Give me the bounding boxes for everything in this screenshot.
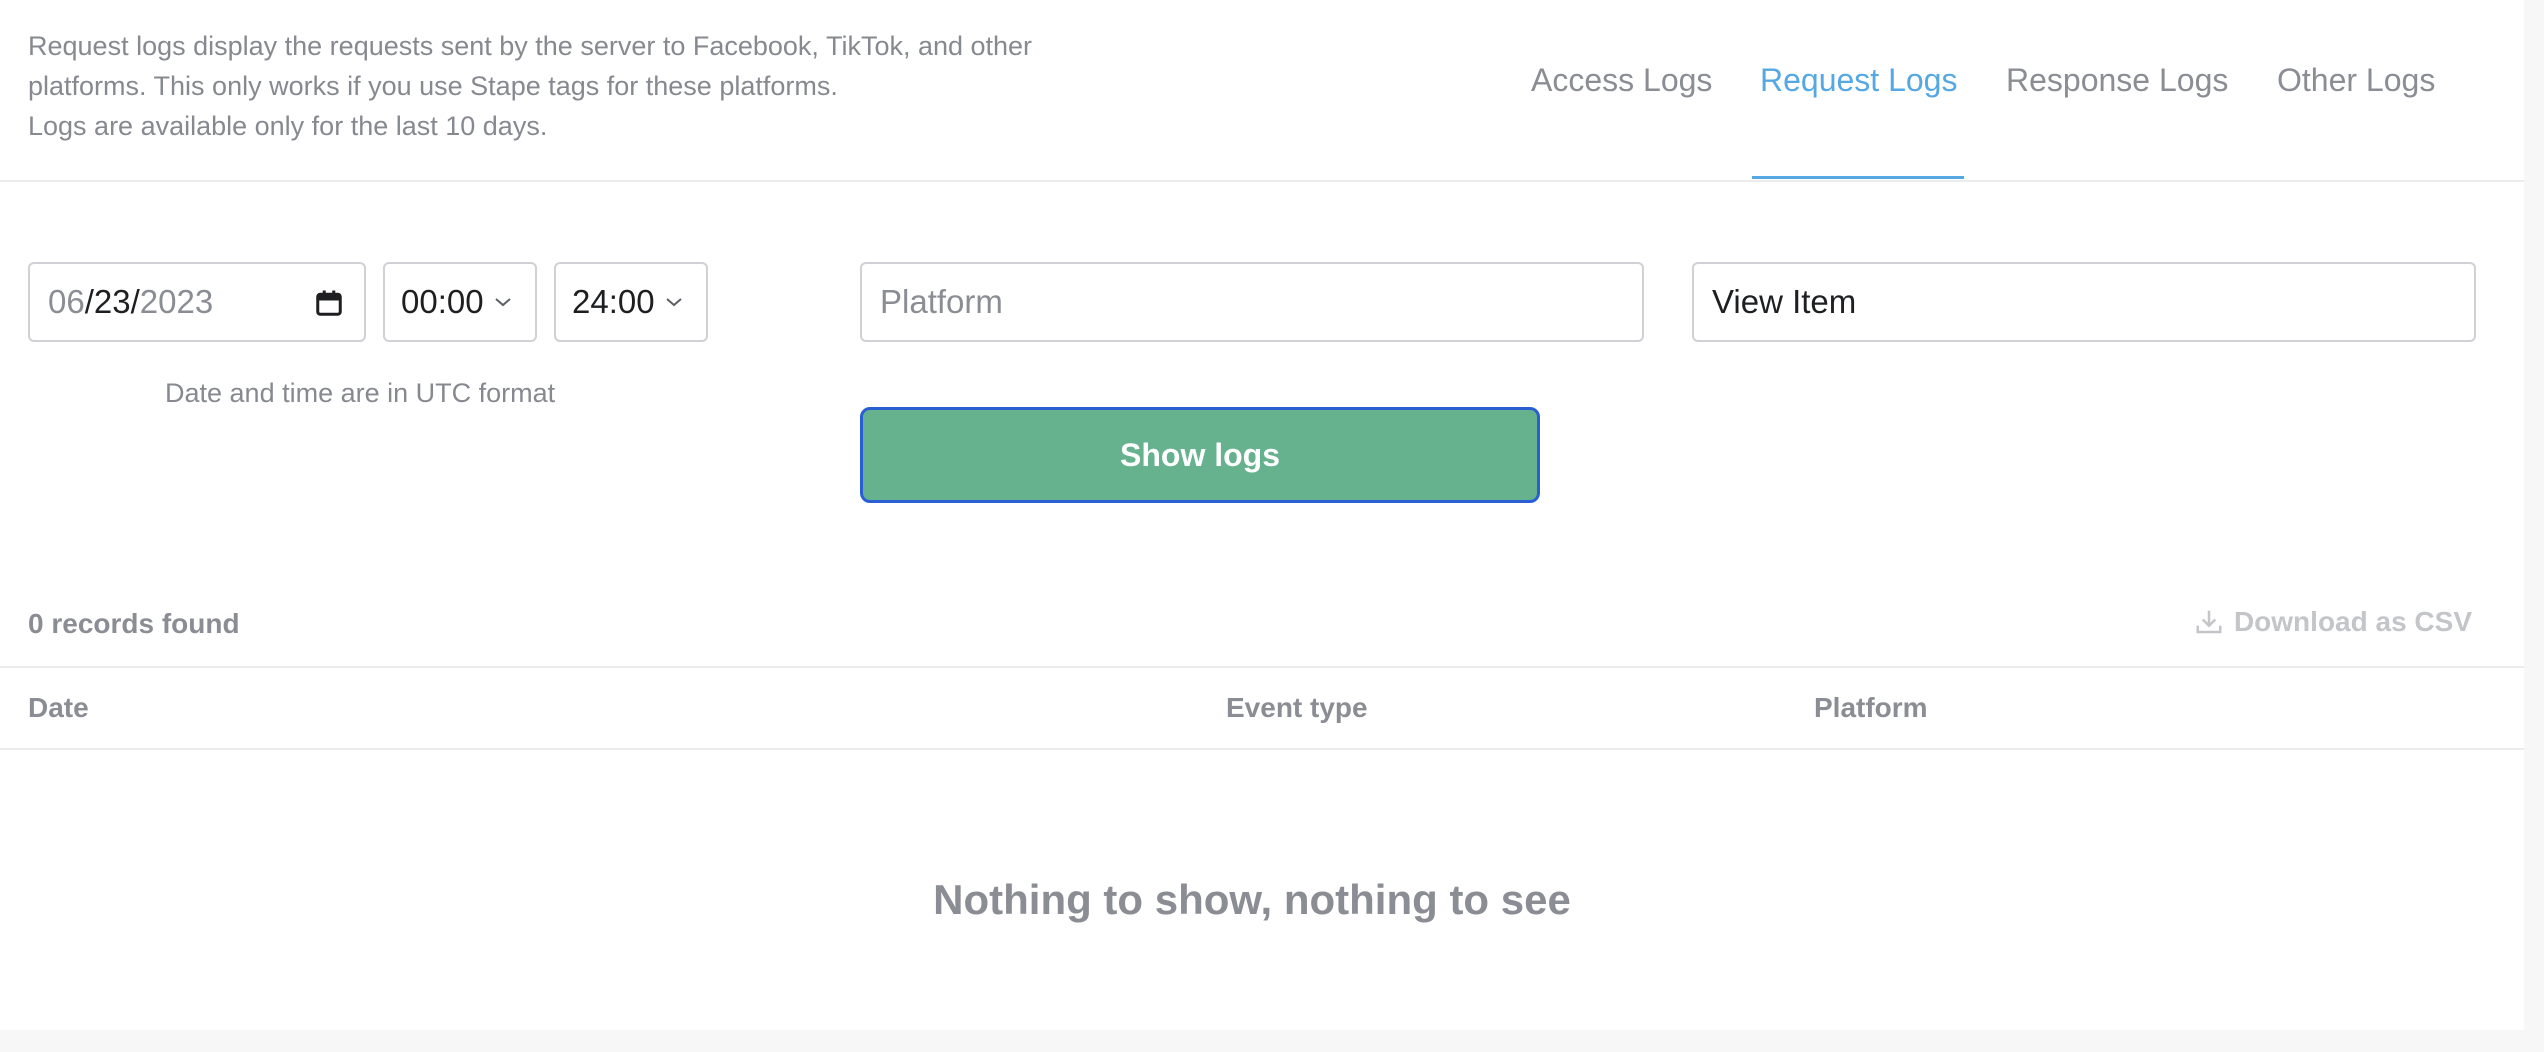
empty-state-message: Nothing to show, nothing to see [933, 876, 1571, 923]
time-from-select[interactable]: 00:00 [383, 262, 537, 342]
tab-response-logs[interactable]: Response Logs [2006, 62, 2228, 99]
tab-request-logs[interactable]: Request Logs [1760, 62, 1957, 99]
time-from-value: 00:00 [401, 283, 484, 320]
time-to-value: 24:00 [572, 283, 655, 320]
intro-line-2: platforms. This only works if you use St… [28, 71, 838, 101]
utc-format-note: Date and time are in UTC format [165, 378, 556, 408]
logs-header: Request logs display the requests sent b… [0, 0, 2524, 182]
date-day[interactable]: 23 [94, 283, 131, 321]
chevron-down-icon [494, 298, 511, 307]
records-count: 0 records found [28, 608, 240, 639]
logs-panel: Request logs display the requests sent b… [0, 0, 2524, 1030]
tab-access-logs[interactable]: Access Logs [1531, 62, 1712, 99]
date-picker[interactable]: 06/23/2023 [28, 262, 366, 342]
time-to-select[interactable]: 24:00 [554, 262, 708, 342]
active-tab-underline [1752, 176, 1964, 179]
column-date[interactable]: Date [28, 692, 89, 724]
intro-text: Request logs display the requests sent b… [28, 26, 1148, 146]
show-logs-button[interactable]: Show logs [860, 407, 1540, 503]
date-year[interactable]: 2023 [140, 283, 213, 321]
date-sep-1: / [84, 283, 94, 320]
column-platform[interactable]: Platform [1814, 692, 1928, 724]
calendar-icon[interactable] [314, 288, 344, 318]
download-csv-label: Download as CSV [2233, 606, 2472, 637]
platform-input[interactable] [860, 262, 1644, 342]
date-month[interactable]: 06 [48, 283, 85, 321]
chevron-down-icon [665, 298, 682, 307]
intro-line-1: Request logs display the requests sent b… [28, 31, 1033, 61]
event-type-input[interactable] [1692, 262, 2476, 342]
download-csv-button[interactable]: Download as CSV [2194, 606, 2472, 638]
download-icon [2196, 610, 2222, 634]
tab-other-logs[interactable]: Other Logs [2277, 62, 2435, 99]
column-event-type[interactable]: Event type [1226, 692, 1368, 724]
table-header: Date Event type Platform [0, 666, 2524, 750]
intro-line-3: Logs are available only for the last 10 … [28, 111, 548, 141]
date-sep-2: / [130, 283, 140, 320]
